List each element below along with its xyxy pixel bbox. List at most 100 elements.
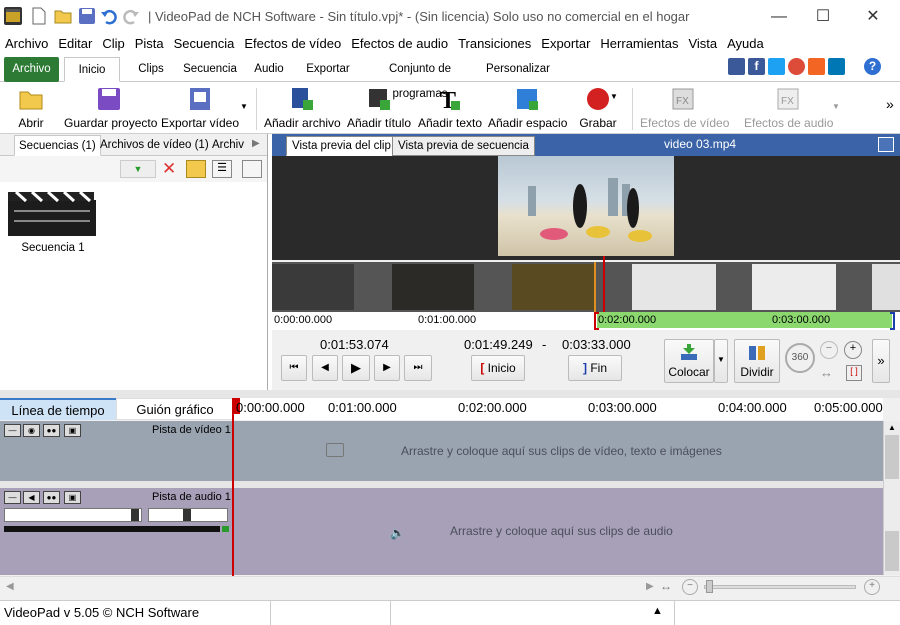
- volume-slider-thumb[interactable]: [131, 509, 139, 521]
- save-icon[interactable]: [78, 7, 96, 25]
- anadir-espacio-button[interactable]: Añadir espacio: [488, 86, 567, 132]
- timeline-zoom-slider[interactable]: [704, 585, 856, 589]
- tab-conjunto[interactable]: Conjunto de programas: [360, 57, 480, 100]
- tab-archivo[interactable]: Archivo: [4, 57, 59, 82]
- go-to-end-button[interactable]: ⏭: [404, 355, 432, 381]
- menu-pista[interactable]: Pista: [130, 34, 169, 54]
- timeline-ruler[interactable]: 0:00:00.000 0:01:00.000 0:02:00.000 0:03…: [234, 398, 883, 420]
- vertical-scrollbar[interactable]: ▲: [883, 421, 900, 575]
- fit-timeline-icon[interactable]: ↔: [660, 579, 678, 595]
- clip-in-marker[interactable]: [594, 262, 596, 312]
- menu-efectos-video[interactable]: Efectos de vídeo: [239, 34, 346, 54]
- anadir-titulo-button[interactable]: Añadir título: [346, 86, 412, 132]
- pan-slider-thumb[interactable]: [183, 509, 191, 521]
- dividir-button[interactable]: Dividir: [734, 339, 780, 383]
- out-bracket[interactable]: [890, 312, 895, 330]
- tabs-scroll-arrow-icon[interactable]: ▶: [252, 138, 260, 149]
- new-folder-icon[interactable]: [186, 160, 206, 178]
- abrir-button[interactable]: Abrir: [8, 86, 54, 132]
- timeline-playhead[interactable]: [232, 398, 234, 576]
- collapse-icon[interactable]: —: [4, 424, 21, 437]
- step-forward-button[interactable]: ▶: [374, 355, 400, 381]
- redo-icon[interactable]: [122, 7, 140, 25]
- minimize-button[interactable]: —: [756, 4, 802, 30]
- menu-clip[interactable]: Clip: [97, 34, 129, 54]
- facebook-icon[interactable]: f: [748, 58, 765, 75]
- panel-splitter[interactable]: [0, 390, 900, 398]
- crop-icon[interactable]: [ ]: [846, 365, 862, 381]
- menu-ayuda[interactable]: Ayuda: [722, 34, 769, 54]
- efectos-audio-button[interactable]: FX Efectos de audio: [744, 86, 833, 132]
- pan-slider[interactable]: [148, 508, 228, 522]
- tab-guion-grafico[interactable]: Guión gráfico: [116, 398, 234, 420]
- detach-panel-icon[interactable]: [242, 160, 262, 178]
- rotate-360-icon[interactable]: 360: [785, 343, 815, 373]
- timeline-zoom-in-icon[interactable]: +: [864, 579, 880, 595]
- tab-inicio[interactable]: Inicio: [64, 57, 120, 82]
- speaker-icon[interactable]: ◀: [23, 491, 40, 504]
- video-track[interactable]: — ◉ ●● ▣ Pista de vídeo 1 Arrastre y col…: [0, 421, 883, 481]
- import-dropdown-icon[interactable]: ▼: [120, 160, 156, 178]
- tab-archivos-video[interactable]: Archivos de vídeo (1): [96, 135, 213, 156]
- efectos-audio-dropdown-icon[interactable]: ▼: [832, 102, 840, 111]
- scroll-thumb[interactable]: [885, 531, 899, 571]
- help-icon[interactable]: ?: [864, 58, 881, 75]
- menu-editar[interactable]: Editar: [53, 34, 97, 54]
- linkedin-icon[interactable]: [828, 58, 845, 75]
- menu-vista[interactable]: Vista: [683, 34, 722, 54]
- guardar-proyecto-button[interactable]: Guardar proyecto: [64, 86, 157, 132]
- stumbleupon-icon[interactable]: [808, 58, 825, 75]
- new-file-icon[interactable]: [30, 7, 48, 25]
- menu-secuencia[interactable]: Secuencia: [169, 34, 240, 54]
- anadir-texto-button[interactable]: T Añadir texto: [418, 86, 482, 132]
- status-expand-icon[interactable]: ▲: [652, 605, 663, 617]
- maximize-button[interactable]: ☐: [800, 4, 846, 30]
- open-folder-icon[interactable]: [54, 7, 72, 25]
- clip-playhead[interactable]: [603, 256, 605, 312]
- volume-slider[interactable]: [4, 508, 142, 522]
- like-icon[interactable]: [728, 58, 745, 75]
- scroll-right-icon[interactable]: ▶: [646, 581, 654, 592]
- set-end-button[interactable]: ] Fin: [568, 355, 622, 381]
- lock-icon[interactable]: ▣: [64, 491, 81, 504]
- tab-audio[interactable]: Audio: [248, 57, 290, 82]
- zoom-out-icon[interactable]: −: [820, 341, 838, 359]
- eye-icon[interactable]: ◉: [23, 424, 40, 437]
- group-icon[interactable]: ●●: [43, 491, 60, 504]
- close-button[interactable]: ✕: [850, 4, 896, 30]
- tab-clip-preview[interactable]: Vista previa del clip: [286, 136, 397, 156]
- undock-icon[interactable]: [878, 137, 894, 152]
- tab-secuencia[interactable]: Secuencia: [180, 57, 240, 82]
- clip-ruler[interactable]: 0:00:00.000 0:01:00.000 0:02:00.000 0:03…: [272, 312, 900, 330]
- step-back-button[interactable]: ◀: [312, 355, 338, 381]
- menu-efectos-audio[interactable]: Efectos de audio: [346, 34, 453, 54]
- grabar-dropdown-icon[interactable]: ▼: [610, 92, 618, 101]
- scroll-left-icon[interactable]: ◀: [6, 581, 14, 592]
- google-plus-icon[interactable]: [788, 58, 805, 75]
- zoom-in-icon[interactable]: +: [844, 341, 862, 359]
- tab-clips[interactable]: Clips: [128, 57, 174, 82]
- menu-transiciones[interactable]: Transiciones: [453, 34, 536, 54]
- delete-icon[interactable]: ✕: [162, 159, 176, 179]
- tab-sequence-preview[interactable]: Vista previa de secuencia: [392, 136, 535, 156]
- efectos-video-button[interactable]: FX Efectos de vídeo: [640, 86, 729, 132]
- anadir-archivo-button[interactable]: Añadir archivo: [264, 86, 341, 132]
- menu-archivo[interactable]: Archivo: [0, 34, 53, 54]
- exportar-dropdown-icon[interactable]: ▼: [240, 102, 248, 111]
- colocar-dropdown-icon[interactable]: ▼: [714, 339, 728, 383]
- fit-width-icon[interactable]: ↔: [820, 365, 838, 381]
- sequence-thumbnail[interactable]: [8, 190, 96, 236]
- ribbon-more-button[interactable]: »: [886, 96, 894, 112]
- tab-exportar[interactable]: Exportar: [300, 57, 356, 82]
- timeline-zoom-thumb[interactable]: [706, 580, 713, 593]
- timeline-zoom-out-icon[interactable]: −: [682, 579, 698, 595]
- colocar-button[interactable]: Colocar: [664, 339, 714, 383]
- tab-secuencias[interactable]: Secuencias (1): [14, 135, 101, 156]
- twitter-icon[interactable]: [768, 58, 785, 75]
- menu-herramientas[interactable]: Herramientas: [595, 34, 683, 54]
- video-viewport[interactable]: [272, 156, 900, 260]
- tab-personalizar[interactable]: Personalizar: [484, 57, 552, 82]
- exportar-video-button[interactable]: Exportar vídeo: [160, 86, 240, 132]
- controls-more-button[interactable]: »: [872, 339, 890, 383]
- lock-icon[interactable]: ▣: [64, 424, 81, 437]
